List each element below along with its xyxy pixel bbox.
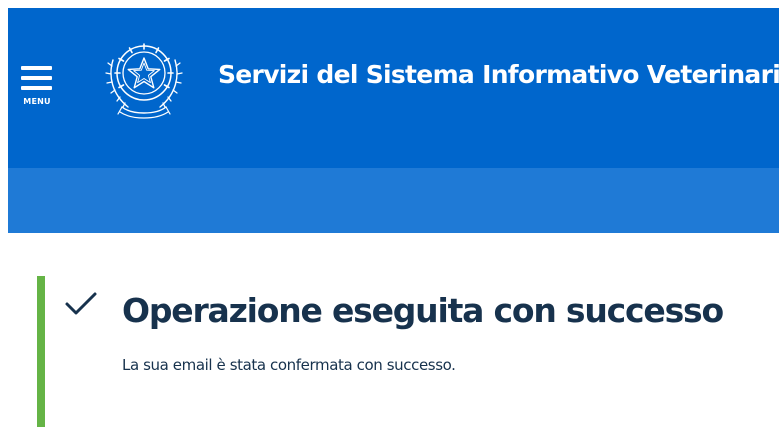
site-title[interactable]: Servizi del Sistema Informativo Veterina… [218, 60, 779, 89]
menu-button[interactable]: MENU [20, 66, 54, 110]
italian-republic-emblem-icon[interactable] [104, 36, 184, 122]
header-nav-bar [8, 168, 779, 233]
check-icon [65, 292, 97, 315]
alert-accent-bar [37, 276, 45, 427]
alert-title: Operazione eseguita con successo [122, 291, 724, 330]
success-alert: Operazione eseguita con successo La sua … [37, 276, 779, 427]
hamburger-icon [21, 66, 52, 92]
page: MENU Servizi del Sistema Informativo Vet… [0, 0, 779, 427]
alert-message: La sua email è stata confermata con succ… [122, 356, 456, 374]
menu-label: MENU [23, 97, 51, 106]
